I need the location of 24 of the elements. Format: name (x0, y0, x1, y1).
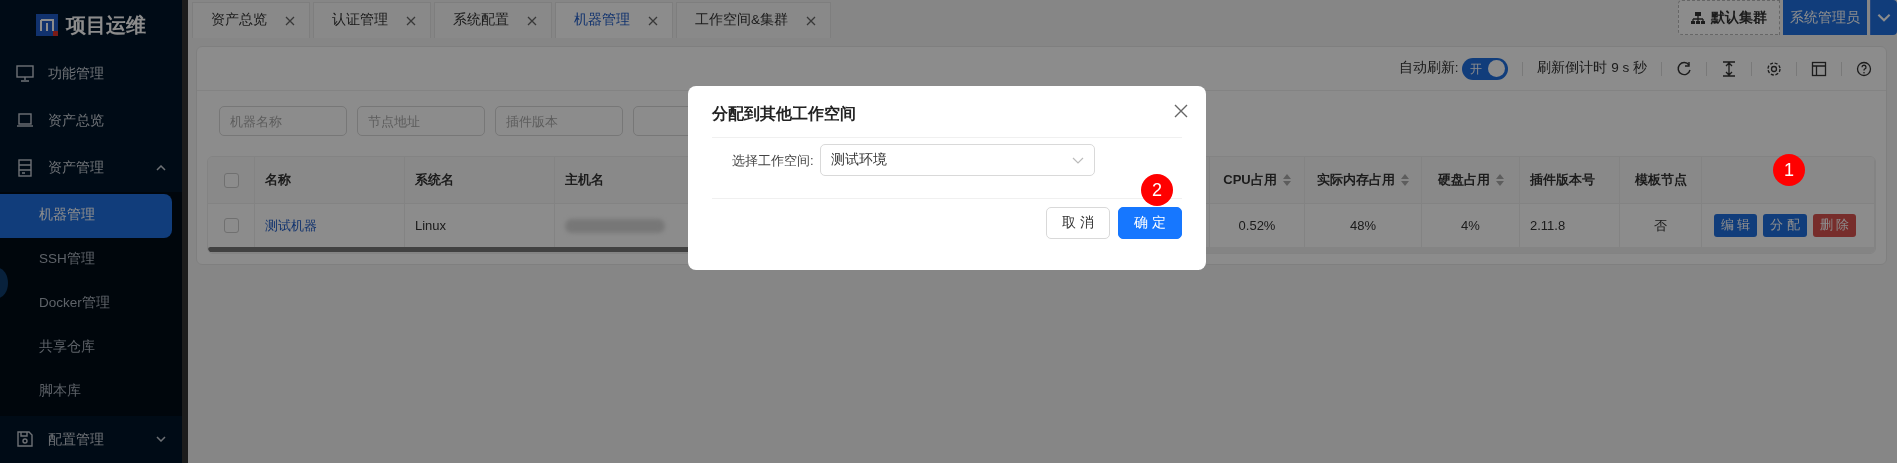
column-header: 模板节点 (1634, 171, 1687, 190)
logo-text: 项目运维 (66, 12, 146, 38)
auto-refresh-label: 自动刷新: (1398, 59, 1459, 78)
tab-label: 认证管理 (332, 11, 388, 30)
table-cell-text: 2.11.8 (1530, 216, 1566, 235)
column-header: CPU占用 (1223, 171, 1277, 190)
column-header: 硬盘占用 (1437, 171, 1490, 190)
table-cell-text: 48% (1350, 216, 1376, 235)
tab-label: 工作空间&集群 (695, 11, 788, 30)
table-cell-text: 否 (1654, 216, 1667, 235)
column-header: 实际内存占用 (1317, 171, 1395, 190)
column-header: 插件版本号 (1530, 171, 1595, 190)
table-cell-text: 4% (1461, 216, 1480, 235)
tab-label: 资产总览 (211, 11, 267, 30)
tab-label: 系统配置 (453, 11, 509, 30)
column-header: 名称 (265, 171, 291, 190)
table-cell-text: 0.52% (1238, 216, 1276, 235)
column-header: 系统名 (415, 171, 454, 190)
table-cell-text: Linux (415, 216, 447, 235)
countdown-text: 刷新倒计时 9 s 秒 (1537, 59, 1647, 78)
field-label: 选择工作空间: (732, 152, 814, 170)
tab-label: 机器管理 (574, 11, 630, 30)
column-header: 主机名 (565, 171, 604, 190)
modal-title: 分配到其他工作空间 (712, 105, 856, 122)
